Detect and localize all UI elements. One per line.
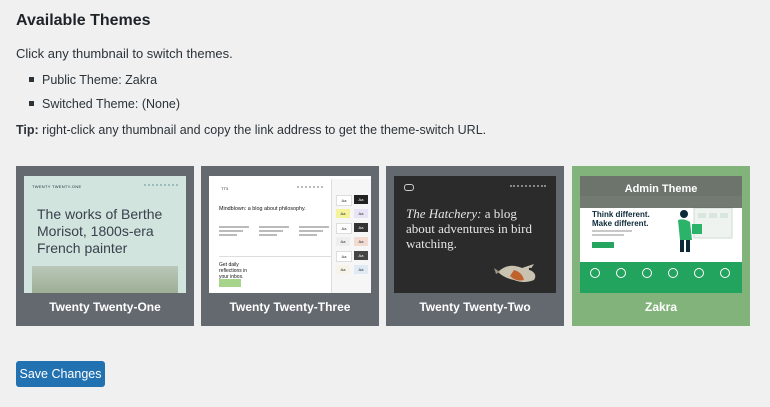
- theme-card-twenty-twenty-three[interactable]: TT3 Mindblown: a blog about philosophy. …: [201, 166, 379, 326]
- public-theme-item: Public Theme: Zakra: [16, 72, 180, 96]
- preview-menu: [144, 184, 178, 188]
- preview-divider: [219, 256, 331, 257]
- tip-text: Tip: right-click any thumbnail and copy …: [16, 123, 486, 137]
- tip-body: right-click any thumbnail and copy the l…: [38, 123, 487, 137]
- save-changes-button[interactable]: Save Changes: [16, 361, 105, 387]
- theme-thumbnail[interactable]: Think different. Make different. Admin T…: [580, 176, 742, 293]
- public-theme-text: Public Theme: Zakra: [42, 73, 158, 87]
- feature-icon: [590, 268, 600, 278]
- theme-card-zakra[interactable]: Think different. Make different. Admin T…: [572, 166, 750, 326]
- theme-card-twenty-twenty-two[interactable]: The Hatchery: a blog about adventures in…: [386, 166, 564, 326]
- preview-headline-em: The Hatchery:: [406, 206, 482, 221]
- feature-icon: [616, 268, 626, 278]
- style-swatch: Aa: [354, 223, 368, 232]
- preview-headline: The works of Berthe Morisot, 1800s-era F…: [37, 206, 163, 256]
- preview-image: [219, 279, 241, 287]
- feature-icon: [720, 268, 730, 278]
- preview-feature-band: [580, 262, 742, 293]
- theme-card-twenty-twenty-one[interactable]: TWENTY TWENTY-ONE The works of Berthe Mo…: [16, 166, 194, 326]
- theme-status-list: Public Theme: Zakra Switched Theme: (Non…: [16, 72, 180, 120]
- preview-headline: The Hatchery: a blog about adventures in…: [406, 206, 544, 251]
- bullet-icon: [29, 101, 34, 106]
- style-swatch: Aa: [336, 195, 352, 206]
- illustration-icon: [678, 207, 733, 252]
- bullet-icon: [29, 77, 34, 82]
- style-swatch: Aa: [354, 209, 368, 218]
- switched-theme-text: Switched Theme: (None): [42, 97, 181, 111]
- intro-text: Click any thumbnail to switch themes.: [16, 46, 233, 61]
- theme-thumbnail[interactable]: The Hatchery: a blog about adventures in…: [394, 176, 556, 293]
- feature-icon: [668, 268, 678, 278]
- preview-logo-icon: [404, 184, 414, 191]
- style-swatch: Aa: [336, 223, 352, 234]
- theme-name: Twenty Twenty-Three: [229, 300, 351, 314]
- style-swatch: Aa: [354, 195, 368, 204]
- preview-cta: Get daily reflections in your inbox.: [219, 262, 248, 280]
- admin-theme-overlay: Admin Theme: [580, 176, 742, 208]
- theme-name: Twenty Twenty-Two: [419, 300, 531, 314]
- switched-theme-item: Switched Theme: (None): [16, 96, 180, 120]
- theme-thumbnail[interactable]: TWENTY TWENTY-ONE The works of Berthe Mo…: [24, 176, 186, 293]
- style-swatch: Aa: [336, 209, 350, 218]
- style-swatch: Aa: [336, 237, 350, 246]
- style-swatch: Aa: [354, 265, 368, 274]
- preview-site-title: TT3: [221, 186, 229, 191]
- theme-name: Twenty Twenty-One: [49, 300, 161, 314]
- admin-theme-badge: Admin Theme: [624, 183, 698, 195]
- style-swatch: Aa: [354, 237, 368, 246]
- preview-site-title: TWENTY TWENTY-ONE: [32, 184, 82, 189]
- bird-icon: [494, 264, 536, 282]
- preview-image: [32, 266, 178, 293]
- theme-thumbnail[interactable]: TT3 Mindblown: a blog about philosophy. …: [209, 176, 371, 293]
- tip-label: Tip:: [16, 123, 39, 137]
- page-title: Available Themes: [16, 12, 151, 29]
- feature-icon: [694, 268, 704, 278]
- style-swatch: Aa: [336, 251, 352, 262]
- preview-menu: [297, 186, 323, 188]
- preview-menu: [510, 185, 546, 187]
- theme-name: Zakra: [644, 300, 678, 314]
- preview-button: [592, 242, 614, 248]
- preview-subtext: [592, 230, 632, 238]
- style-panel: Aa Aa Aa Aa Aa Aa Aa Aa Aa Aa Aa Aa: [331, 179, 371, 293]
- preview-headline: Mindblown: a blog about philosophy.: [219, 206, 306, 212]
- feature-icon: [642, 268, 652, 278]
- style-swatch: Aa: [354, 251, 368, 260]
- preview-headline: Think different. Make different.: [592, 210, 650, 228]
- style-swatch: Aa: [336, 265, 350, 274]
